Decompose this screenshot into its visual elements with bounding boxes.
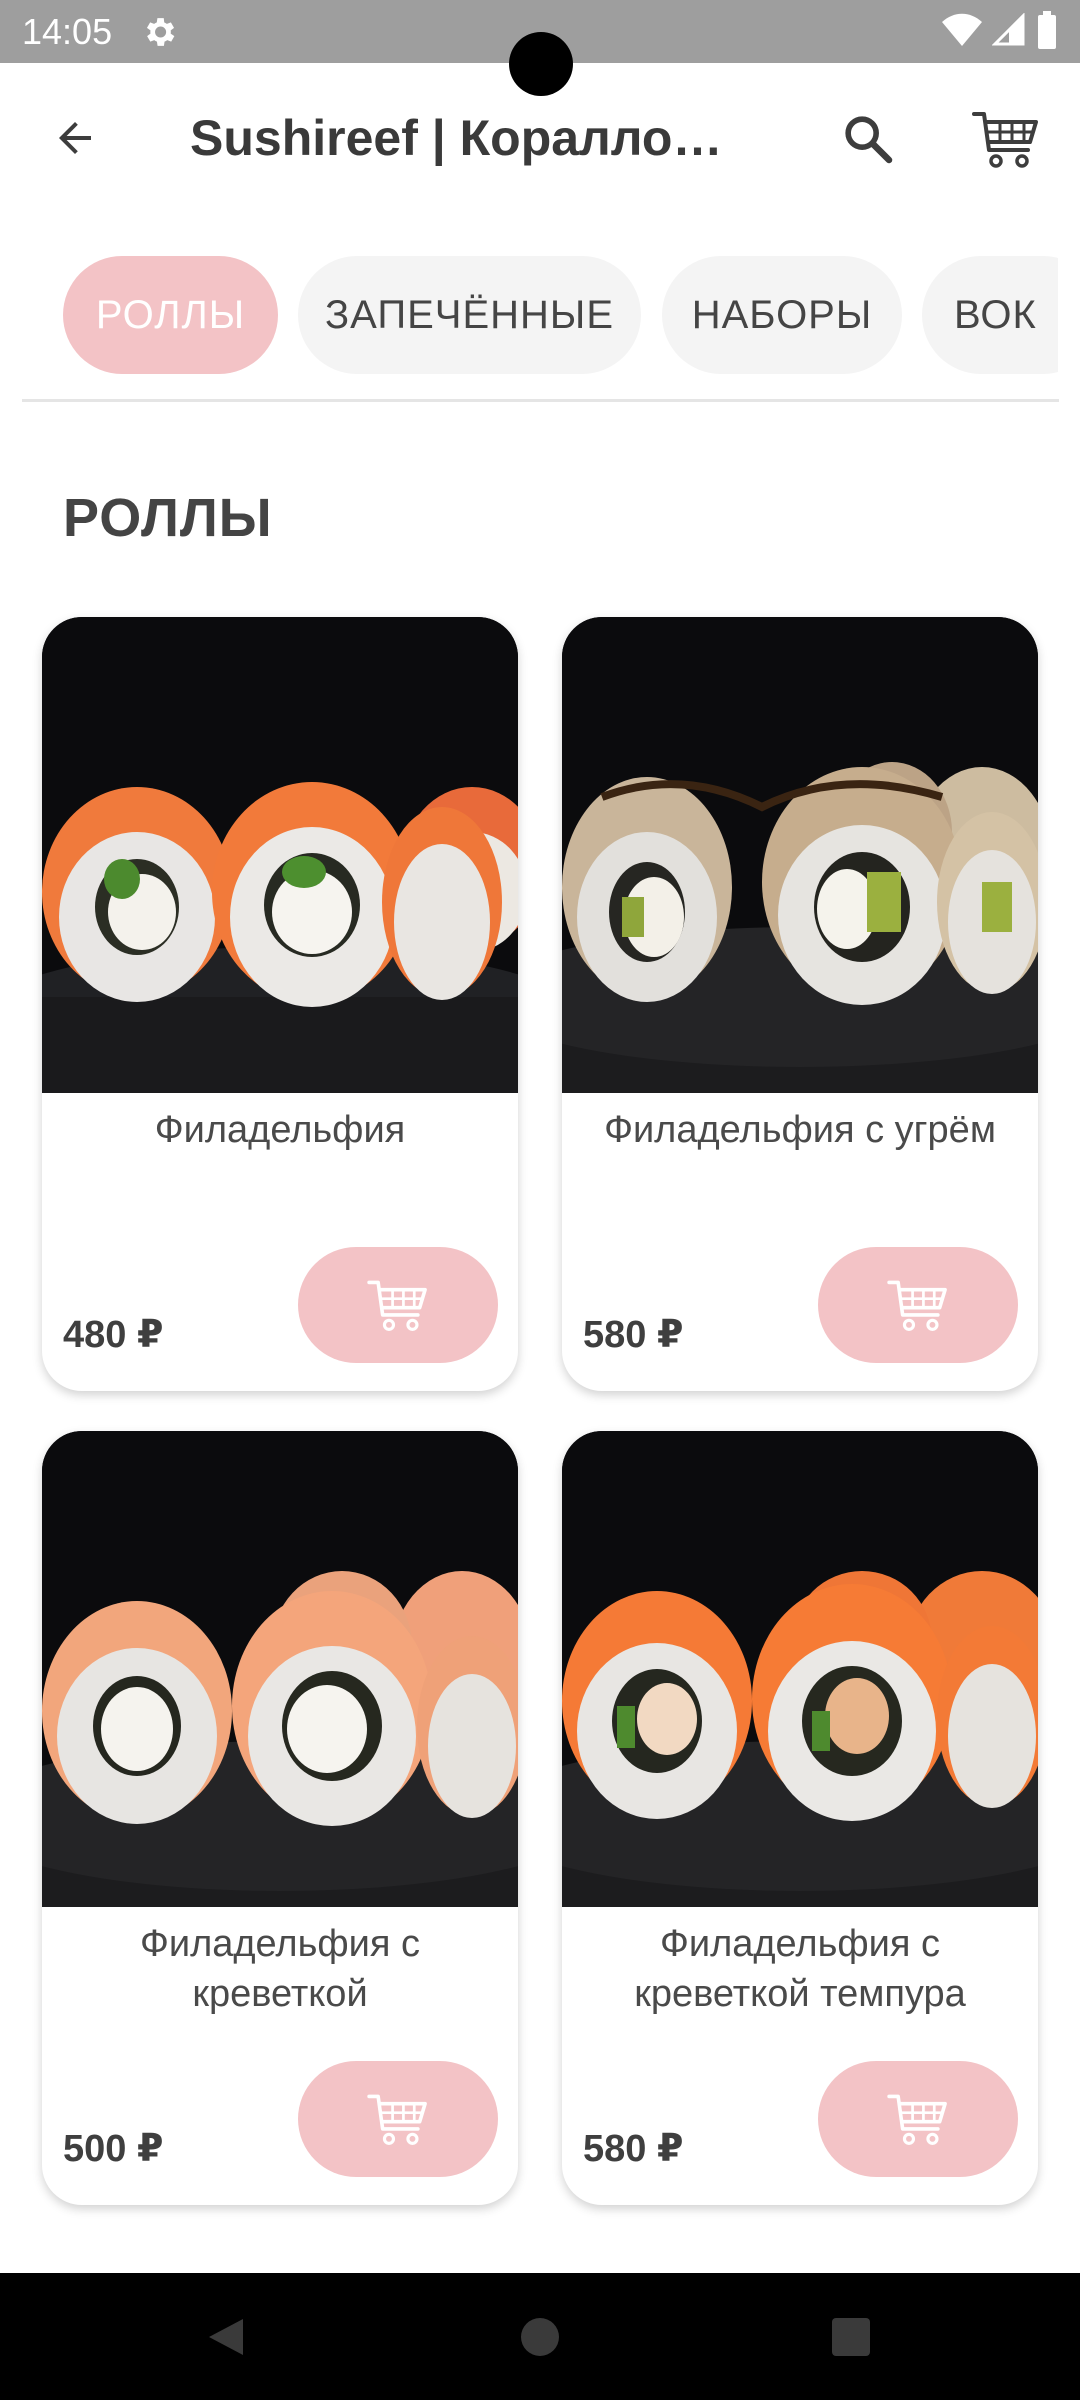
cart-icon [367,2094,427,2145]
product-price: 580 ₽ [583,1314,684,1356]
product-image [562,617,1038,1093]
system-nav-bar [0,2273,1080,2400]
nav-home-button[interactable] [504,2301,576,2373]
product-name: Филадельфия с угрём [604,1109,996,1151]
product-card[interactable]: Филадельфия с креветкой 500 ₽ [42,1431,518,2205]
status-time: 14:05 [22,11,113,52]
nav-back-icon [209,2319,243,2355]
cart-button[interactable] [966,101,1046,177]
category-tabs: РОЛЛЫ ЗАПЕЧЁННЫЕ НАБОРЫ ВОК [0,256,1058,374]
tabs-divider [22,399,1059,402]
cart-icon [887,1280,947,1331]
battery-icon [1036,10,1058,54]
nav-home-icon [521,2318,559,2356]
product-name: Филадельфия [154,1109,406,1151]
search-icon [845,116,893,164]
product-image [42,1431,518,1907]
tab-baked[interactable]: ЗАПЕЧЁННЫЕ [298,256,641,374]
page-title: Sushireef | Кораллово [190,110,730,166]
nav-recents-button[interactable] [815,2301,887,2373]
nav-recents-icon [832,2318,870,2356]
tab-rolls[interactable]: РОЛЛЫ [63,256,278,374]
product-image [42,617,518,1093]
search-button[interactable] [830,101,906,177]
signal-icon [991,11,1026,52]
product-price: 480 ₽ [63,1314,164,1356]
product-card[interactable]: Филадельфия с угрём 580 ₽ [562,617,1038,1391]
product-price: 500 ₽ [63,2128,164,2170]
add-to-cart-button[interactable] [298,1247,498,1363]
camera-cutout [509,32,573,96]
product-image [562,1431,1038,1907]
cart-icon [972,112,1038,168]
add-to-cart-button[interactable] [818,1247,1018,1363]
gear-icon [140,13,178,51]
tab-sets[interactable]: НАБОРЫ [662,256,902,374]
product-card[interactable]: Филадельфия с креветкой темпура 580 ₽ [562,1431,1038,2205]
tab-wok[interactable]: ВОК [922,256,1058,374]
cart-icon [887,2094,947,2145]
product-card[interactable]: Филадельфия 480 ₽ [42,617,518,1391]
arrow-left-icon [59,122,91,154]
product-name: Филадельфия с креветкой темпура [634,1923,966,2015]
cart-icon [367,1280,427,1331]
status-icons [942,10,1058,54]
add-to-cart-button[interactable] [298,2061,498,2177]
nav-back-button[interactable] [189,2301,261,2373]
back-button[interactable] [40,103,110,173]
section-title: РОЛЛЫ [63,488,273,548]
wifi-icon [942,13,982,52]
product-price: 580 ₽ [583,2128,684,2170]
add-to-cart-button[interactable] [818,2061,1018,2177]
product-name: Филадельфия с креветкой [139,1923,421,2015]
